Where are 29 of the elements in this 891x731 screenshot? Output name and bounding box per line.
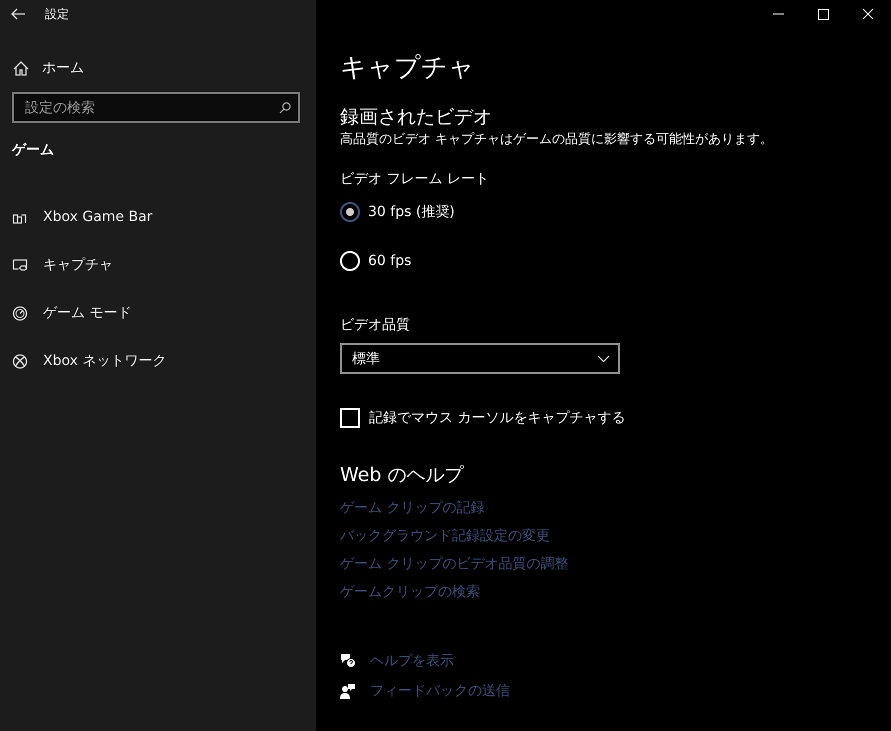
- search-field[interactable]: 設定の検索: [12, 92, 300, 123]
- section-heading: 録画されたビデオ: [340, 105, 493, 130]
- nav-item[interactable]: キャプチャ: [0, 241, 316, 289]
- quality-dropdown[interactable]: 標準: [340, 343, 620, 374]
- chat-question-icon: [340, 653, 356, 669]
- xbox-icon: [12, 354, 28, 368]
- screen-gamepad-icon: [12, 258, 28, 272]
- radio-button[interactable]: [340, 202, 360, 222]
- section-heading: Web のヘルプ: [340, 463, 465, 488]
- gauge-icon: [12, 306, 28, 320]
- section-heading: ゲーム: [12, 141, 55, 159]
- nav-item[interactable]: Xbox ネットワーク: [0, 337, 316, 385]
- page-title: キャプチャ: [340, 52, 476, 85]
- field-label: ビデオ フレーム レート: [340, 170, 490, 188]
- radio-label: 60 fps: [368, 253, 412, 269]
- home-link[interactable]: ホーム: [13, 56, 316, 80]
- home-icon: [13, 60, 29, 76]
- nav-item[interactable]: Xbox Game Bar: [0, 193, 316, 241]
- person-message-icon: [340, 683, 356, 699]
- nav-item[interactable]: ゲーム モード: [0, 289, 316, 337]
- checkbox[interactable]: [340, 408, 360, 428]
- window-title: 設定: [45, 6, 69, 22]
- back-arrow-icon[interactable]: [11, 8, 25, 20]
- checkbox-label: 記録でマウス カーソルをキャプチャする: [369, 409, 626, 427]
- description-text: 高品質のビデオ キャプチャはゲームの品質に影響する可能性があります。: [340, 131, 774, 148]
- search-icon: [279, 102, 291, 114]
- field-label: ビデオ品質: [340, 316, 411, 334]
- chevron-down-icon: [597, 354, 610, 362]
- radio-label: 30 fps (推奨): [368, 203, 455, 221]
